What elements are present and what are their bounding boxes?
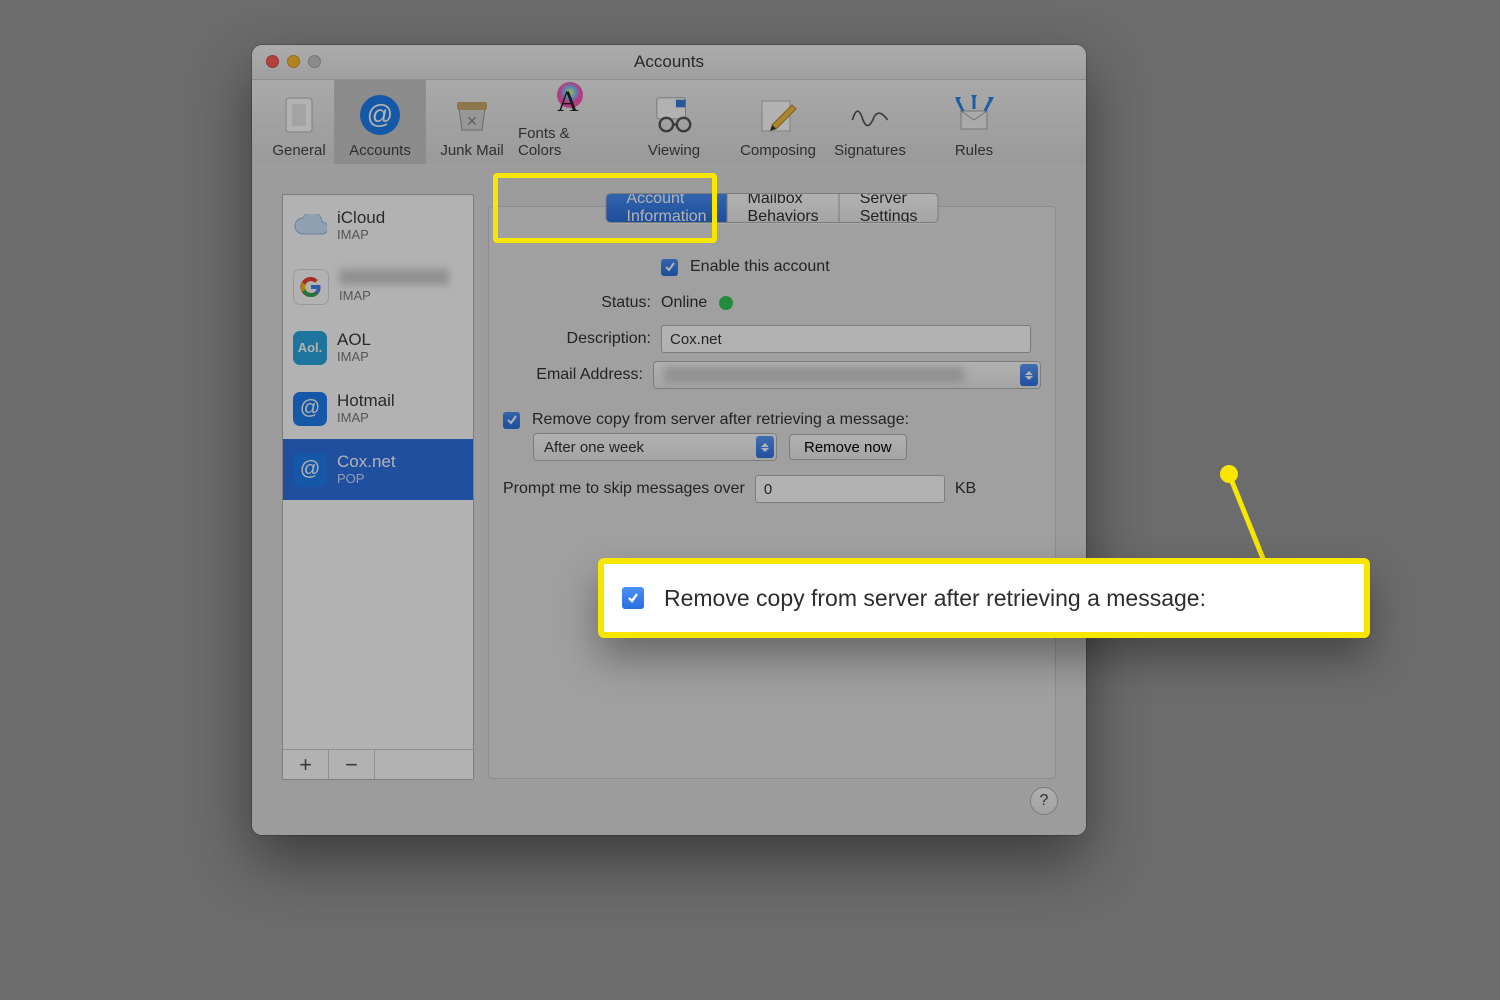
toolbar-composing[interactable]: Composing — [738, 76, 818, 165]
callout-remove-from-server: Remove copy from server after retrieving… — [598, 558, 1370, 638]
remove-account-button[interactable]: − — [329, 750, 375, 779]
account-protocol: IMAP — [339, 289, 449, 304]
toolbar-label: Viewing — [648, 142, 700, 159]
status-value: Online — [661, 294, 707, 312]
account-row-google[interactable]: IMAP — [283, 256, 473, 317]
remove-after-select[interactable]: After one week — [533, 433, 777, 461]
sidebar-footer: + − — [283, 749, 473, 779]
at-icon: @ — [293, 453, 327, 487]
window-title: Accounts — [252, 52, 1086, 72]
toolbar-label: Fonts & Colors — [518, 125, 610, 159]
remove-from-server-label: Remove copy from server after retrieving… — [532, 411, 909, 429]
icloud-icon — [293, 209, 327, 243]
account-name: AOL — [337, 330, 371, 350]
enable-account-label: Enable this account — [690, 258, 830, 276]
titlebar: Accounts — [252, 45, 1086, 80]
svg-text:✕: ✕ — [466, 113, 478, 129]
email-address-select[interactable] — [653, 361, 1041, 389]
tab-server-settings[interactable]: Server Settings — [839, 194, 938, 222]
toolbar-label: Signatures — [834, 142, 906, 159]
fonts-icon: A — [543, 77, 585, 119]
general-icon — [278, 94, 320, 136]
toolbar-label: Accounts — [349, 142, 411, 159]
skip-unit: KB — [955, 480, 976, 498]
account-protocol: POP — [337, 472, 396, 487]
status-online-dot — [719, 296, 733, 310]
toolbar-label: Composing — [740, 142, 816, 159]
description-label: Description: — [503, 330, 661, 348]
callout-anchor-dot — [1220, 465, 1238, 483]
body: iCloudIMAP IMAP Aol. AOLIMAP @ HotmailIM… — [252, 164, 1086, 835]
signatures-icon — [849, 94, 891, 136]
toolbar-rules[interactable]: Rules — [922, 76, 1026, 165]
toolbar-label: General — [272, 142, 325, 159]
toolbar-label: Junk Mail — [440, 142, 503, 159]
skip-size-input[interactable] — [755, 475, 945, 503]
tab-account-information[interactable]: Account Information — [607, 194, 727, 222]
enable-account-checkbox[interactable] — [661, 259, 678, 276]
accounts-sidebar: iCloudIMAP IMAP Aol. AOLIMAP @ HotmailIM… — [282, 194, 474, 780]
remove-after-value: After one week — [544, 439, 644, 456]
account-row-icloud[interactable]: iCloudIMAP — [283, 195, 473, 256]
skip-label: Prompt me to skip messages over — [503, 480, 745, 498]
account-name: Cox.net — [337, 452, 396, 472]
toolbar-fonts[interactable]: A Fonts & Colors — [518, 76, 610, 165]
junk-icon: ✕ — [451, 94, 493, 136]
tab-mailbox-behaviors[interactable]: Mailbox Behaviors — [727, 194, 839, 222]
help-button[interactable]: ? — [1030, 787, 1058, 815]
status-label: Status: — [503, 294, 661, 312]
account-name: iCloud — [337, 208, 385, 228]
account-protocol: IMAP — [337, 228, 385, 243]
svg-text:@: @ — [367, 99, 393, 129]
account-row-cox[interactable]: @ Cox.netPOP — [283, 439, 473, 500]
add-account-button[interactable]: + — [283, 750, 329, 779]
google-icon — [293, 269, 329, 305]
composing-icon — [757, 94, 799, 136]
account-row-hotmail[interactable]: @ HotmailIMAP — [283, 378, 473, 439]
toolbar-junk[interactable]: ✕ Junk Mail — [426, 76, 518, 165]
account-name-redacted — [339, 269, 449, 290]
account-row-aol[interactable]: Aol. AOLIMAP — [283, 317, 473, 378]
toolbar-viewing[interactable]: Viewing — [610, 76, 738, 165]
toolbar-accounts[interactable]: @ Accounts — [334, 76, 426, 165]
account-protocol: IMAP — [337, 411, 395, 426]
account-panel: Account Information Mailbox Behaviors Se… — [488, 206, 1056, 779]
preferences-window: Accounts General @ Accounts ✕ Junk Mail … — [252, 45, 1086, 835]
account-form: Enable this account Status: Online Descr… — [503, 249, 1041, 507]
accounts-list: iCloudIMAP IMAP Aol. AOLIMAP @ HotmailIM… — [283, 195, 473, 750]
account-protocol: IMAP — [337, 350, 371, 365]
aol-icon: Aol. — [293, 331, 327, 365]
callout-checkbox-icon — [622, 587, 644, 609]
description-input[interactable] — [661, 325, 1031, 353]
toolbar: General @ Accounts ✕ Junk Mail A Fonts &… — [252, 80, 1086, 166]
toolbar-signatures[interactable]: Signatures — [818, 76, 922, 165]
account-name: Hotmail — [337, 391, 395, 411]
viewing-icon — [653, 94, 695, 136]
remove-from-server-checkbox[interactable] — [503, 412, 520, 429]
email-label: Email Address: — [503, 366, 653, 384]
remove-now-button[interactable]: Remove now — [789, 434, 907, 460]
toolbar-general[interactable]: General — [264, 76, 334, 165]
accounts-icon: @ — [359, 94, 401, 136]
account-tabs: Account Information Mailbox Behaviors Se… — [606, 193, 939, 223]
at-icon: @ — [293, 392, 327, 426]
svg-text:A: A — [557, 85, 579, 118]
toolbar-label: Rules — [955, 142, 993, 159]
callout-text: Remove copy from server after retrieving… — [664, 585, 1206, 612]
rules-icon — [953, 94, 995, 136]
